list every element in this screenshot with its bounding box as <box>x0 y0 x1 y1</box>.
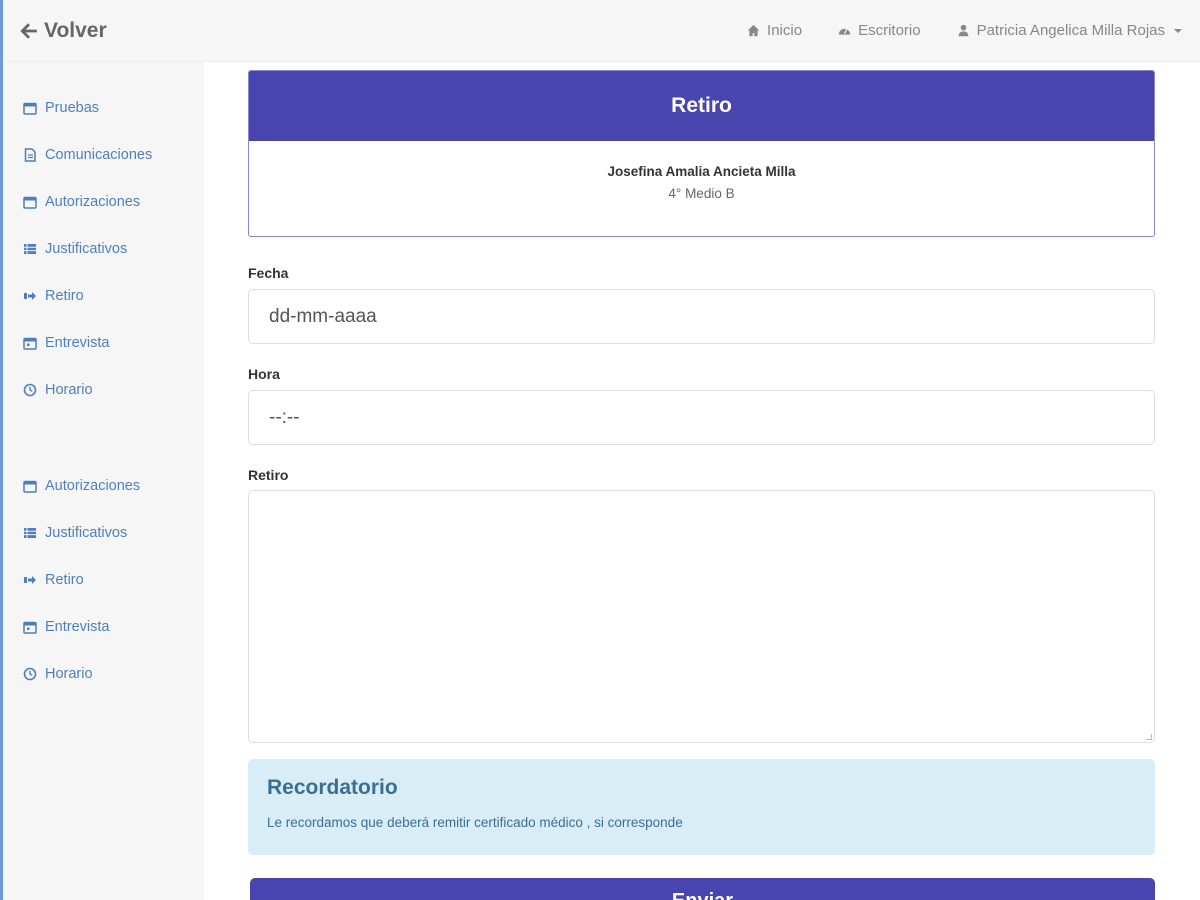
sidebar-group-1: Pruebas Comunicaciones Autorizaciones Ju… <box>3 84 204 413</box>
nav-desktop-label: Escritorio <box>858 22 921 39</box>
back-label: Volver <box>44 18 107 42</box>
sidebar-item-retiro[interactable]: Retiro <box>3 556 204 603</box>
resize-handle[interactable] <box>1146 734 1152 740</box>
sidebar-item-label: Retiro <box>45 571 84 588</box>
sidebar-item-autorizaciones[interactable]: Autorizaciones <box>3 178 204 225</box>
retiro-textarea[interactable] <box>248 490 1155 743</box>
sidebar-group-2: Autorizaciones Justificativos Retiro Ent… <box>3 462 204 697</box>
card-body: Josefina Amalia Ancieta Milla 4° Medio B <box>249 141 1154 201</box>
nav-home-label: Inicio <box>767 22 803 39</box>
sidebar: Pruebas Comunicaciones Autorizaciones Ju… <box>3 62 204 900</box>
alert-title: Recordatorio <box>267 776 398 799</box>
hora-placeholder: --:-- <box>269 406 300 428</box>
submit-button[interactable]: Enviar <box>250 878 1155 900</box>
window-edge <box>0 0 3 900</box>
user-name: Patricia Angelica Milla Rojas <box>976 22 1165 39</box>
sidebar-item-justificativos[interactable]: Justificativos <box>3 225 204 272</box>
sidebar-item-horario[interactable]: Horario <box>3 366 204 413</box>
sidebar-item-comunicaciones[interactable]: Comunicaciones <box>3 131 204 178</box>
sidebar-item-label: Pruebas <box>45 99 100 116</box>
chevron-down-icon <box>1174 28 1182 33</box>
nav-desktop[interactable]: Escritorio <box>838 22 921 39</box>
sidebar-item-label: Retiro <box>45 287 84 304</box>
calendar-icon <box>23 621 37 634</box>
app-root: Volver Inicio Escritorio Patricia Angeli… <box>0 0 1200 900</box>
sidebar-item-pruebas[interactable]: Pruebas <box>3 84 204 131</box>
back-button[interactable]: Volver <box>20 19 107 43</box>
sidebar-item-label: Entrevista <box>45 618 110 635</box>
calendar-icon <box>23 337 37 350</box>
home-icon <box>747 24 760 37</box>
sidebar-item-entrevista[interactable]: Entrevista <box>3 319 204 366</box>
calendar-icon <box>23 196 37 209</box>
card-title: Retiro <box>249 71 1154 141</box>
nav-home[interactable]: Inicio <box>747 22 802 39</box>
reminder-alert: Recordatorio Le recordamos que deberá re… <box>248 759 1155 855</box>
student-course: 4° Medio B <box>668 186 735 201</box>
student-card: Retiro Josefina Amalia Ancieta Milla 4° … <box>248 70 1155 237</box>
sidebar-item-label: Justificativos <box>45 240 128 257</box>
calendar-icon <box>23 480 37 493</box>
hora-label: Hora <box>248 366 280 382</box>
list-icon <box>24 527 36 538</box>
dashboard-icon <box>838 28 851 35</box>
sidebar-item-label: Horario <box>45 665 93 682</box>
sidebar-item-label: Autorizaciones <box>45 477 141 494</box>
arrow-left-icon <box>20 22 37 39</box>
clock-icon <box>23 667 37 680</box>
fecha-placeholder: dd-mm-aaaa <box>269 305 377 327</box>
top-bar: Volver Inicio Escritorio Patricia Angeli… <box>0 0 1200 62</box>
list-icon <box>24 243 36 254</box>
calendar-icon <box>23 102 37 115</box>
retiro-label: Retiro <box>248 467 289 483</box>
sidebar-item-entrevista[interactable]: Entrevista <box>3 603 204 650</box>
sidebar-item-label: Autorizaciones <box>45 193 141 210</box>
sidebar-item-justificativos[interactable]: Justificativos <box>3 509 204 556</box>
clock-icon <box>23 383 37 396</box>
sidebar-item-label: Justificativos <box>45 524 128 541</box>
top-nav: Inicio Escritorio Patricia Angelica Mill… <box>747 22 1182 39</box>
sidebar-item-horario[interactable]: Horario <box>3 650 204 697</box>
user-icon <box>958 24 968 37</box>
student-name: Josefina Amalia Ancieta Milla <box>607 164 796 179</box>
hora-input[interactable]: --:-- <box>248 390 1155 445</box>
sign-out-icon <box>24 291 36 300</box>
user-menu[interactable]: Patricia Angelica Milla Rojas <box>957 22 1182 39</box>
sidebar-item-label: Entrevista <box>45 334 110 351</box>
fecha-input[interactable]: dd-mm-aaaa <box>248 289 1155 344</box>
sidebar-item-retiro[interactable]: Retiro <box>3 272 204 319</box>
sidebar-item-label: Comunicaciones <box>45 146 153 163</box>
sidebar-item-label: Horario <box>45 381 93 398</box>
sidebar-item-autorizaciones[interactable]: Autorizaciones <box>3 462 204 509</box>
sign-out-icon <box>24 575 36 584</box>
alert-text: Le recordamos que deberá remitir certifi… <box>267 815 683 830</box>
fecha-label: Fecha <box>248 265 289 281</box>
document-icon <box>24 147 36 162</box>
